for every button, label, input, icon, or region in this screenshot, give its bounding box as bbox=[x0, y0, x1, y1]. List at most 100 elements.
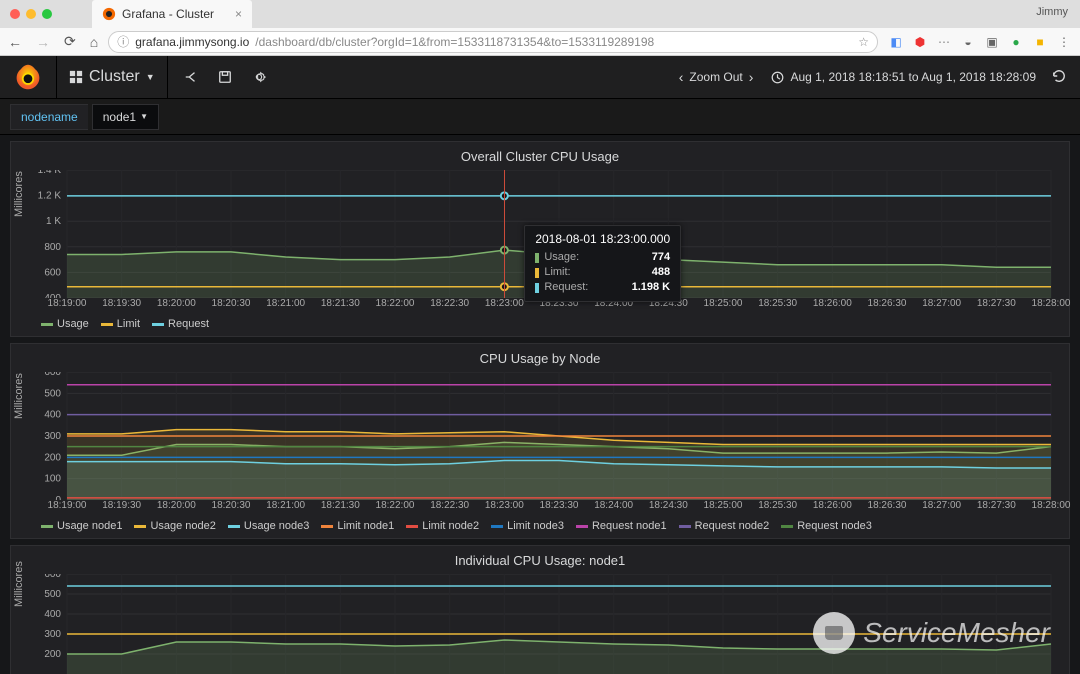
svg-text:500: 500 bbox=[44, 388, 61, 399]
y-axis-label: Millicores bbox=[13, 171, 25, 217]
svg-text:1.4 K: 1.4 K bbox=[38, 170, 62, 176]
grafana-header: Cluster ▼ ‹ Zoom Out › Aug 1, 2018 18:18… bbox=[0, 56, 1080, 99]
chart-svg[interactable]: 0100200300400500600 bbox=[11, 372, 1069, 500]
chart-svg[interactable]: 200300400500600 bbox=[11, 574, 1069, 674]
back-icon[interactable]: ← bbox=[8, 34, 22, 50]
clock-icon bbox=[771, 71, 784, 84]
save-icon[interactable] bbox=[218, 70, 232, 84]
legend-item[interactable]: Request node3 bbox=[781, 520, 872, 532]
variable-value-text: node1 bbox=[103, 110, 136, 124]
zoom-out-button[interactable]: Zoom Out bbox=[689, 70, 742, 84]
legend-label: Limit node2 bbox=[422, 520, 479, 532]
legend-item[interactable]: Limit node2 bbox=[406, 520, 479, 532]
legend-swatch-icon bbox=[41, 525, 53, 528]
svg-text:600: 600 bbox=[44, 574, 61, 580]
legend-item[interactable]: Request bbox=[152, 318, 209, 330]
ext-icon-6[interactable]: ● bbox=[1008, 34, 1024, 50]
legend-item[interactable]: Usage node3 bbox=[228, 520, 309, 532]
svg-text:500: 500 bbox=[44, 589, 61, 600]
dashboard-name: Cluster bbox=[89, 68, 140, 86]
close-tab-icon[interactable]: × bbox=[235, 7, 242, 21]
legend-swatch-icon bbox=[152, 323, 164, 326]
legend-label: Request bbox=[168, 318, 209, 330]
share-icon[interactable] bbox=[184, 70, 198, 84]
minimize-window-icon[interactable] bbox=[26, 9, 36, 19]
legend-swatch-icon bbox=[134, 525, 146, 528]
url-path: /dashboard/db/cluster?orgId=1&from=15331… bbox=[255, 35, 654, 49]
grafana-logo-icon[interactable] bbox=[0, 63, 56, 91]
legend-label: Limit node3 bbox=[507, 520, 564, 532]
variable-value-dropdown[interactable]: node1 ▼ bbox=[92, 104, 159, 130]
ext-icon-ublock[interactable]: ⬢ bbox=[912, 34, 928, 50]
ext-icon-5[interactable]: ▣ bbox=[984, 34, 1000, 50]
legend-label: Request node3 bbox=[797, 520, 872, 532]
svg-text:200: 200 bbox=[44, 649, 61, 660]
reload-icon[interactable]: ⟳ bbox=[64, 33, 76, 50]
maximize-window-icon[interactable] bbox=[42, 9, 52, 19]
forward-icon[interactable]: → bbox=[36, 34, 50, 50]
legend-item[interactable]: Limit bbox=[101, 318, 140, 330]
legend-item[interactable]: Request node2 bbox=[679, 520, 770, 532]
chart-panel[interactable]: CPU Usage by NodeMillicores0100200300400… bbox=[10, 343, 1070, 539]
svg-text:1 K: 1 K bbox=[46, 216, 61, 227]
legend-label: Request node1 bbox=[592, 520, 667, 532]
legend-swatch-icon bbox=[228, 525, 240, 528]
browser-tab-strip: Grafana - Cluster × Jimmy bbox=[0, 0, 1080, 28]
legend-label: Limit node1 bbox=[337, 520, 394, 532]
legend-label: Usage bbox=[57, 318, 89, 330]
svg-text:300: 300 bbox=[44, 629, 61, 640]
chart-legend: Usage Limit Request bbox=[11, 314, 1069, 336]
browser-toolbar: ← → ⟳ ⌂ ⓘ grafana.jimmysong.io/dashboard… bbox=[0, 28, 1080, 56]
legend-label: Usage node1 bbox=[57, 520, 122, 532]
legend-label: Usage node3 bbox=[244, 520, 309, 532]
legend-swatch-icon bbox=[41, 323, 53, 326]
svg-text:800: 800 bbox=[44, 242, 61, 253]
legend-item[interactable]: Limit node1 bbox=[321, 520, 394, 532]
zoom-next-icon[interactable]: › bbox=[749, 69, 754, 85]
bookmark-star-icon[interactable]: ☆ bbox=[858, 35, 869, 49]
ext-icon-3[interactable]: ⋯ bbox=[936, 34, 952, 50]
legend-swatch-icon bbox=[491, 525, 503, 528]
address-bar[interactable]: ⓘ grafana.jimmysong.io/dashboard/db/clus… bbox=[108, 31, 878, 53]
legend-item[interactable]: Usage node2 bbox=[134, 520, 215, 532]
x-axis-ticks: 18:19:0018:19:3018:20:0018:20:3018:21:00… bbox=[11, 500, 1069, 516]
panel-title: Overall Cluster CPU Usage bbox=[11, 142, 1069, 170]
legend-swatch-icon bbox=[576, 525, 588, 528]
svg-text:200: 200 bbox=[44, 452, 61, 463]
panel-title: CPU Usage by Node bbox=[11, 344, 1069, 372]
ext-icon-1[interactable]: ◧ bbox=[888, 34, 904, 50]
zoom-prev-icon[interactable]: ‹ bbox=[679, 69, 684, 85]
legend-swatch-icon bbox=[781, 525, 793, 528]
close-window-icon[interactable] bbox=[10, 9, 20, 19]
legend-item[interactable]: Usage node1 bbox=[41, 520, 122, 532]
browser-tab[interactable]: Grafana - Cluster × bbox=[92, 0, 252, 28]
home-icon[interactable]: ⌂ bbox=[90, 34, 98, 50]
time-range-picker[interactable]: Aug 1, 2018 18:18:51 to Aug 1, 2018 18:2… bbox=[771, 70, 1036, 84]
chart-area[interactable]: Millicores010020030040050060018:19:0018:… bbox=[11, 372, 1069, 516]
svg-text:100: 100 bbox=[44, 474, 61, 485]
grafana-favicon-icon bbox=[102, 7, 116, 21]
site-info-icon[interactable]: ⓘ bbox=[117, 33, 129, 50]
ext-icon-7[interactable]: ■ bbox=[1032, 34, 1048, 50]
chart-area[interactable]: Millicores4006008001 K1.2 K1.4 K18:19:00… bbox=[11, 170, 1069, 314]
panel-title: Individual CPU Usage: node1 bbox=[11, 546, 1069, 574]
ext-icon-pocket[interactable]: ◒ bbox=[960, 34, 976, 50]
legend-item[interactable]: Limit node3 bbox=[491, 520, 564, 532]
chevron-down-icon: ▼ bbox=[140, 112, 148, 121]
chart-legend: Usage node1 Usage node2 Usage node3 Limit n… bbox=[11, 516, 1069, 538]
refresh-icon[interactable] bbox=[1052, 69, 1066, 86]
browser-profile-label[interactable]: Jimmy bbox=[1036, 6, 1068, 18]
chart-panel[interactable]: Individual CPU Usage: node1Millicores200… bbox=[10, 545, 1070, 674]
svg-text:600: 600 bbox=[44, 372, 61, 378]
chart-panel[interactable]: Overall Cluster CPU UsageMillicores40060… bbox=[10, 141, 1070, 337]
extension-icons: ◧ ⬢ ⋯ ◒ ▣ ● ■ ⋮ bbox=[888, 34, 1072, 50]
svg-text:1.2 K: 1.2 K bbox=[38, 191, 62, 202]
legend-item[interactable]: Request node1 bbox=[576, 520, 667, 532]
chart-tooltip: 2018-08-01 18:23:00.000Usage:774Limit:48… bbox=[524, 225, 681, 302]
chart-area[interactable]: Millicores20030040050060018:19:0018:19:3… bbox=[11, 574, 1069, 674]
settings-gear-icon[interactable] bbox=[252, 70, 266, 84]
legend-item[interactable]: Usage bbox=[41, 318, 89, 330]
window-controls[interactable] bbox=[10, 9, 52, 19]
browser-menu-icon[interactable]: ⋮ bbox=[1056, 34, 1072, 50]
dashboard-picker[interactable]: Cluster ▼ bbox=[56, 56, 168, 98]
